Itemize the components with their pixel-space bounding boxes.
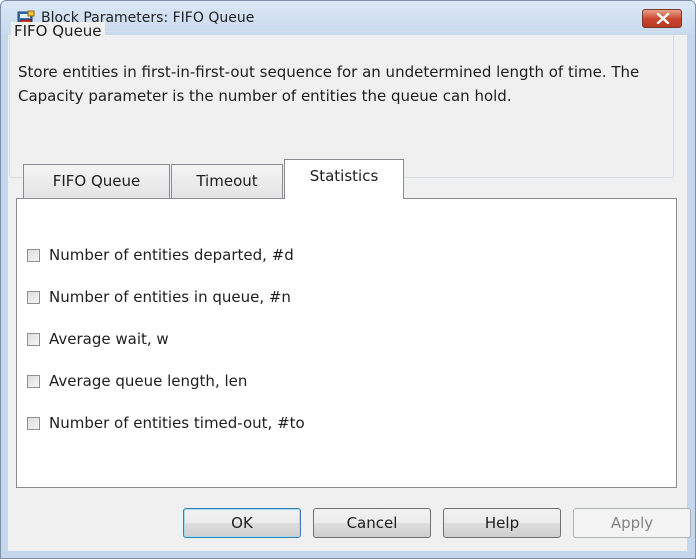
checkbox-entities-in-queue[interactable] [27, 291, 40, 304]
label-average-queue-length[interactable]: Average queue length, len [49, 372, 247, 390]
checkbox-average-queue-length[interactable] [27, 375, 40, 388]
block-description: Store entities in first-in-first-out seq… [18, 63, 640, 105]
apply-button[interactable]: Apply [573, 508, 691, 538]
tab-fifo-queue[interactable]: FIFO Queue [23, 164, 170, 199]
tab-statistics[interactable]: Statistics [284, 159, 404, 199]
checkbox-entities-timed-out[interactable] [27, 417, 40, 430]
close-button[interactable] [642, 9, 682, 28]
checkbox-average-wait[interactable] [27, 333, 40, 346]
label-entities-timed-out[interactable]: Number of entities timed-out, #to [49, 414, 305, 432]
cancel-button[interactable]: Cancel [313, 508, 431, 538]
title-bar[interactable]: Block Parameters: FIFO Queue [1, 1, 695, 35]
dialog-window: Block Parameters: FIFO Queue FIFO Queue … [0, 0, 696, 559]
ok-button[interactable]: OK [183, 508, 301, 538]
tab-timeout[interactable]: Timeout [171, 164, 283, 199]
label-entities-departed[interactable]: Number of entities departed, #d [49, 246, 294, 264]
close-x-icon [656, 13, 670, 24]
group-legend: FIFO Queue [11, 22, 105, 40]
label-entities-in-queue[interactable]: Number of entities in queue, #n [49, 288, 291, 306]
checkbox-entities-departed[interactable] [27, 249, 40, 262]
label-average-wait[interactable]: Average wait, w [49, 330, 169, 348]
help-button[interactable]: Help [443, 508, 561, 538]
